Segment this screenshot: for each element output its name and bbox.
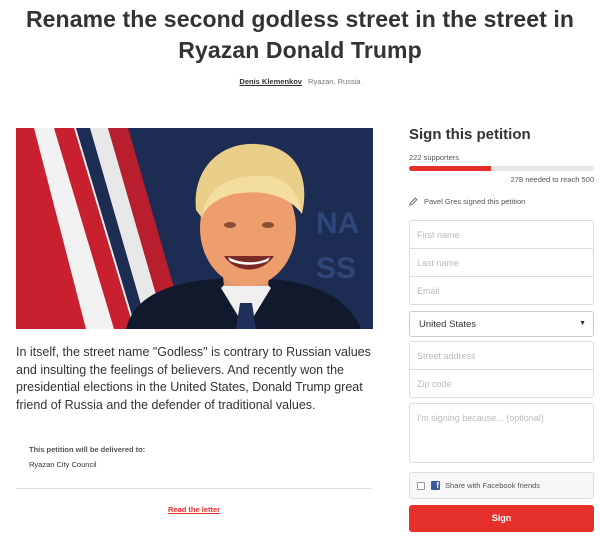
facebook-share-option[interactable]: f Share with Facebook friends	[409, 472, 594, 499]
facebook-share-checkbox[interactable]	[417, 481, 425, 490]
caret-down-icon: ▼	[579, 320, 586, 327]
petition-photo: NA SS	[16, 128, 373, 329]
last-name-input[interactable]: Last name	[409, 248, 594, 277]
progress-bar	[409, 166, 594, 171]
reason-textarea[interactable]: I'm signing because... (optional)	[409, 403, 594, 463]
delivered-to-value: Ryazan City Council	[29, 460, 97, 469]
supporters-count: 222 supporters	[409, 153, 460, 162]
read-letter-link[interactable]: Read the letter	[0, 505, 388, 514]
street-address-input[interactable]: Street address	[409, 341, 594, 370]
needed-count: 278 needed to reach 500	[510, 175, 594, 184]
country-select[interactable]: United States ▼	[409, 311, 594, 337]
recent-signer: Pavel Gres signed this petition	[409, 197, 525, 206]
byline: Denis Klemenkov Ryazan, Russia	[0, 77, 600, 86]
first-name-input[interactable]: First name	[409, 220, 594, 249]
facebook-icon: f	[431, 481, 440, 490]
sign-button[interactable]: Sign	[409, 505, 594, 532]
divider	[16, 488, 372, 489]
author-location: Ryazan, Russia	[308, 77, 361, 86]
recent-signer-text: Pavel Gres signed this petition	[424, 197, 526, 206]
facebook-share-label: Share with Facebook friends	[445, 481, 541, 490]
zip-code-input[interactable]: Zip code	[409, 369, 594, 398]
email-input[interactable]: Email	[409, 276, 594, 305]
author-link[interactable]: Denis Klemenkov	[239, 77, 302, 86]
delivered-to-label: This petition will be delivered to:	[29, 445, 146, 454]
country-select-value: United States	[419, 319, 477, 330]
svg-text:SS: SS	[316, 252, 356, 285]
progress-bar-fill	[409, 166, 492, 171]
petition-description: In itself, the street name "Godless" is …	[16, 345, 371, 412]
petition-title: Rename the second godless street in the …	[25, 6, 575, 63]
petition-photo-illustration: NA SS	[16, 128, 373, 329]
sign-panel-title: Sign this petition	[409, 126, 531, 143]
pencil-icon	[409, 197, 418, 206]
svg-text:NA: NA	[316, 207, 359, 240]
